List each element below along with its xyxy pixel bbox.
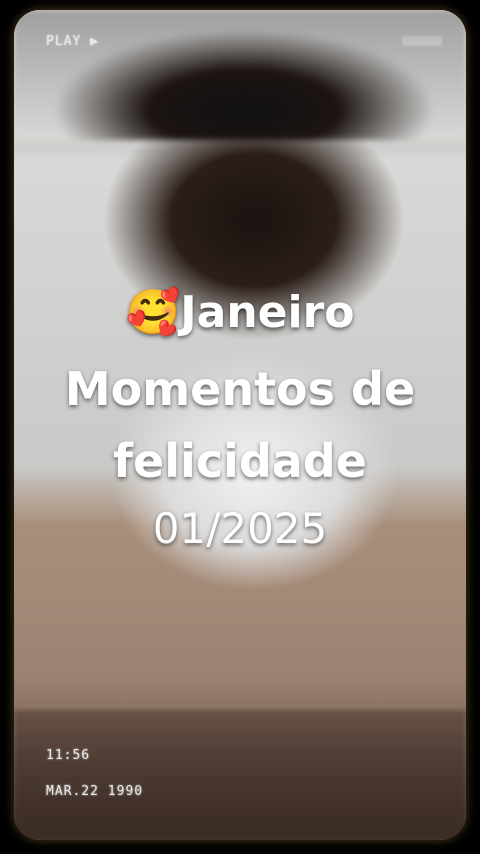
caption-line-3: felicidade (113, 434, 367, 488)
caption-date: 01/2025 (152, 504, 328, 553)
bottom-blurred-strip (14, 710, 466, 840)
caption-line-2: Momentos de (64, 362, 416, 416)
caption-title: 🥰Janeiro (125, 287, 355, 338)
vhs-time: 11:56 (46, 748, 91, 763)
vhs-date: MAR.22 1990 (46, 784, 144, 799)
top-blurred-strip (14, 10, 466, 140)
top-right-indicator (402, 36, 442, 46)
video-frame: PLAY ▶ 11:56 MAR.22 1990 (14, 10, 466, 840)
play-indicator: PLAY ▶ (46, 34, 99, 49)
